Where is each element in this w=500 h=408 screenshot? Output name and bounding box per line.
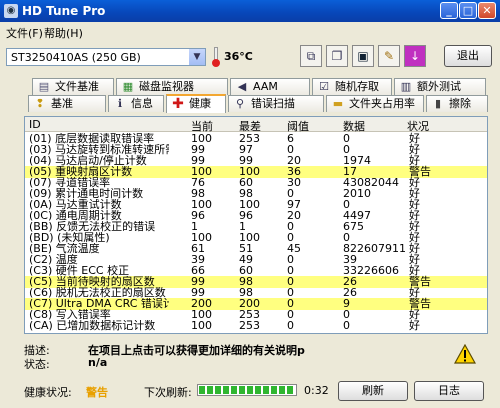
row-status: 好	[409, 319, 420, 332]
refresh-button[interactable]: 刷新	[338, 381, 408, 401]
tab-benchmark[interactable]: ❢ 基准	[28, 95, 106, 112]
status-bar: 健康状况: 警告 下次刷新: 0:32 刷新 日志	[0, 376, 500, 408]
save-icon[interactable]: ▣	[352, 45, 374, 67]
col-id[interactable]: ID	[29, 118, 41, 131]
copy-screenshot-button[interactable]: ❐	[326, 45, 348, 67]
tab-aam[interactable]: ◀ AAM	[230, 78, 310, 95]
menu-file[interactable]: 文件(F)	[6, 25, 43, 41]
folder-icon: ▬	[332, 97, 344, 110]
row-data: 0	[343, 319, 350, 332]
menu-bar: 文件(F) 帮助(H)	[0, 22, 500, 40]
status-label: 状态:	[24, 358, 50, 371]
smart-table[interactable]: ID 当前 最差 阈值 数据 状况 (01) 底层数据读取错误率 100 253 6 0…	[24, 116, 488, 334]
speaker-icon: ◀	[237, 80, 247, 93]
tab-health[interactable]: ✚ 健康	[166, 94, 226, 113]
menu-help[interactable]: 帮助(H)	[44, 25, 83, 41]
tab-disk-monitor[interactable]: ▦ 磁盘监视器	[116, 78, 228, 95]
tab-error-scan[interactable]: ⚲ 错误扫描	[228, 95, 324, 112]
tab-file-benchmark[interactable]: ▤ 文件基准	[32, 78, 114, 95]
row-current: 100	[191, 319, 212, 332]
row-id: (CA) 已增加数据标记计数	[29, 320, 156, 332]
thermometer-icon	[212, 47, 220, 67]
table-header: ID 当前 最差 阈值 数据 状况	[25, 117, 487, 133]
drive-select-value: ST3250410AS (250 GB)	[11, 51, 141, 64]
drive-select[interactable]: ST3250410AS (250 GB) ▼	[6, 48, 206, 66]
tab-folder-usage[interactable]: ▬ 文件夹占用率	[326, 95, 424, 112]
row-threshold: 0	[287, 319, 294, 332]
document-icon: ▤	[38, 80, 50, 93]
health-status-label: 健康状况:	[24, 386, 72, 399]
toolbar: ST3250410AS (250 GB) ▼ 36°C ⧉ ❐ ▣ ✎ ↓ 退出	[0, 40, 500, 72]
status-text: n/a	[88, 356, 108, 369]
copy-text-button[interactable]: ⧉	[300, 45, 322, 67]
close-button[interactable]: ✕	[478, 2, 496, 19]
tab-erase[interactable]: ▮ 擦除	[426, 95, 488, 112]
random-access-icon: ☑	[319, 80, 329, 93]
maximize-button[interactable]: □	[459, 2, 477, 19]
next-refresh-label: 下次刷新:	[144, 386, 192, 399]
health-status-value: 警告	[86, 386, 108, 399]
chevron-down-icon[interactable]: ▼	[189, 49, 205, 65]
warning-icon	[454, 344, 476, 364]
app-icon: ◉	[4, 4, 18, 18]
table-row[interactable]: (CA) 已增加数据标记计数 100 253 0 0 好	[25, 319, 487, 332]
trash-icon: ▮	[434, 97, 442, 110]
health-cross-icon: ✚	[172, 96, 184, 112]
exit-button[interactable]: 退出	[444, 45, 492, 67]
description-text: 在项目上点击可以获得更加详细的有关说明p	[88, 344, 305, 357]
tab-info[interactable]: ℹ 信息	[108, 95, 164, 112]
info-icon: ℹ	[117, 97, 123, 110]
window-title: HD Tune Pro	[22, 4, 106, 18]
log-button[interactable]: 日志	[414, 381, 484, 401]
tab-extra-tests[interactable]: ▥ 额外测试	[394, 78, 486, 95]
tab-random-access[interactable]: ☑ 随机存取	[312, 78, 392, 95]
minimize-button[interactable]: _	[440, 2, 458, 19]
extra-test-icon: ▥	[400, 80, 412, 93]
title-bar: ◉ HD Tune Pro _ □ ✕	[0, 0, 500, 22]
benchmark-icon: ❢	[35, 97, 45, 110]
temperature-readout: 36°C	[224, 50, 253, 63]
refresh-progress-bar	[197, 384, 297, 396]
row-worst: 253	[239, 319, 260, 332]
refresh-time: 0:32	[304, 384, 329, 397]
download-icon[interactable]: ↓	[404, 45, 426, 67]
magnifier-icon: ⚲	[235, 97, 245, 110]
monitor-icon: ▦	[122, 80, 134, 93]
options-icon[interactable]: ✎	[378, 45, 400, 67]
